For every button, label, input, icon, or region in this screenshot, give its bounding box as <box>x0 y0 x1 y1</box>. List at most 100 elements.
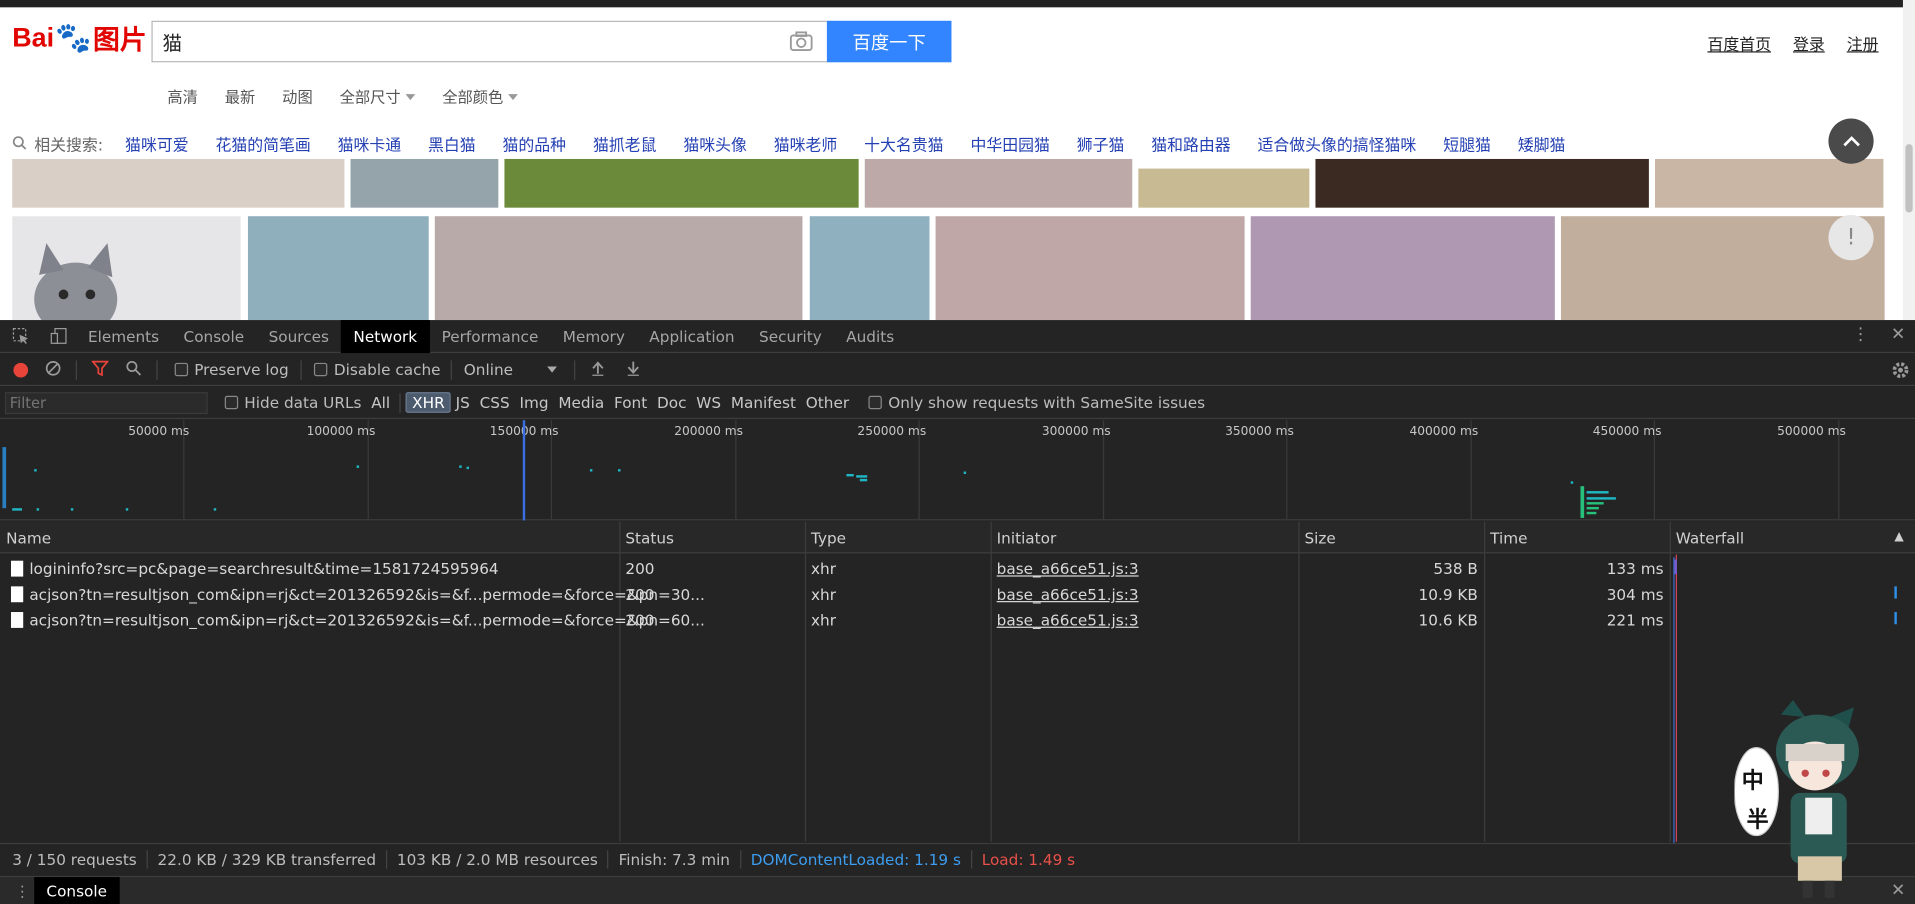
related-link[interactable]: 猫咪老师 <box>774 131 838 154</box>
import-har-icon[interactable] <box>590 360 606 380</box>
column-name[interactable]: Name <box>6 529 51 547</box>
filter-input[interactable] <box>4 391 208 414</box>
search-input[interactable] <box>152 21 764 62</box>
filter-type-media[interactable]: Media <box>553 393 609 411</box>
disable-cache-checkbox[interactable]: Disable cache <box>314 360 441 379</box>
tab-network[interactable]: Network <box>341 319 430 353</box>
filter-type-ws[interactable]: WS <box>691 393 726 411</box>
filter-icon[interactable] <box>91 360 110 380</box>
image-result[interactable] <box>247 216 429 321</box>
image-result[interactable] <box>1138 168 1310 208</box>
filter-color-dropdown[interactable]: 全部颜色 <box>442 84 518 107</box>
related-link[interactable]: 十大名贵猫 <box>864 131 943 154</box>
feedback-button[interactable]: ! <box>1828 215 1874 261</box>
related-link[interactable]: 猫和路由器 <box>1151 131 1230 154</box>
image-result[interactable] <box>1654 158 1884 208</box>
clear-icon[interactable] <box>45 360 61 380</box>
column-status[interactable]: Status <box>625 529 674 547</box>
request-initiator-link[interactable]: base_a66ce51.js:3 <box>997 559 1139 577</box>
filter-animated[interactable]: 动图 <box>282 84 313 107</box>
tab-sources[interactable]: Sources <box>256 319 341 352</box>
samesite-checkbox[interactable]: Only show requests with SameSite issues <box>868 393 1205 412</box>
close-icon[interactable]: ✕ <box>1891 325 1905 345</box>
filter-type-font[interactable]: Font <box>609 393 652 411</box>
tab-memory[interactable]: Memory <box>551 319 638 352</box>
drawer-tab-console[interactable]: Console <box>34 876 120 904</box>
tab-security[interactable]: Security <box>747 319 834 352</box>
column-initiator[interactable]: Initiator <box>997 529 1057 547</box>
tab-performance[interactable]: Performance <box>429 319 550 352</box>
filter-latest[interactable]: 最新 <box>225 84 256 107</box>
filter-type-all[interactable]: All <box>366 393 395 411</box>
export-har-icon[interactable] <box>625 360 641 380</box>
link-login[interactable]: 登录 <box>1793 32 1825 55</box>
image-result[interactable] <box>504 158 859 208</box>
related-link[interactable]: 猫咪卡通 <box>338 131 402 154</box>
image-result[interactable] <box>350 158 499 208</box>
tab-console[interactable]: Console <box>171 319 256 352</box>
network-overview-timeline[interactable]: 50000 ms 100000 ms 150000 ms 200000 ms 2… <box>0 420 1915 521</box>
sort-ascending-icon[interactable]: ▲ <box>1894 530 1903 543</box>
related-link[interactable]: 猫咪可爱 <box>125 131 189 154</box>
tab-application[interactable]: Application <box>637 319 747 352</box>
column-type[interactable]: Type <box>811 529 846 547</box>
related-link[interactable]: 花猫的简笔画 <box>215 131 310 154</box>
request-initiator-link[interactable]: base_a66ce51.js:3 <box>997 611 1139 629</box>
filter-type-css[interactable]: CSS <box>475 393 515 411</box>
filter-type-img[interactable]: Img <box>515 393 554 411</box>
hide-data-urls-checkbox[interactable]: Hide data URLs <box>224 393 361 412</box>
throttling-select[interactable]: Online <box>464 360 557 379</box>
column-time[interactable]: Time <box>1490 529 1527 547</box>
filter-type-other[interactable]: Other <box>801 393 854 411</box>
filter-type-xhr[interactable]: XHR <box>406 392 451 413</box>
close-drawer-icon[interactable]: ✕ <box>1891 881 1905 901</box>
image-result[interactable] <box>12 216 241 321</box>
image-result[interactable] <box>1315 158 1649 208</box>
image-result[interactable] <box>864 158 1133 208</box>
image-result[interactable] <box>434 216 803 321</box>
filter-size-dropdown[interactable]: 全部尺寸 <box>340 84 416 107</box>
filter-type-manifest[interactable]: Manifest <box>726 393 801 411</box>
tab-audits[interactable]: Audits <box>834 319 906 352</box>
request-initiator-link[interactable]: base_a66ce51.js:3 <box>997 585 1139 603</box>
column-waterfall[interactable]: Waterfall <box>1676 529 1744 547</box>
image-result[interactable] <box>1250 216 1555 321</box>
image-result[interactable] <box>935 216 1245 321</box>
more-menu-icon[interactable]: ⋮ <box>1852 325 1869 345</box>
table-row[interactable]: acjson?tn=resultjson_com&ipn=rj&ct=20132… <box>0 607 1671 633</box>
inspect-element-icon[interactable] <box>0 319 42 352</box>
record-icon[interactable] <box>13 362 29 377</box>
related-link[interactable]: 矮脚猫 <box>1518 131 1566 154</box>
filter-type-js[interactable]: JS <box>451 393 475 411</box>
camera-icon[interactable] <box>789 31 813 53</box>
mascot-widget[interactable]: 中 半 <box>1733 699 1868 902</box>
filter-type-doc[interactable]: Doc <box>652 393 691 411</box>
link-register[interactable]: 注册 <box>1847 32 1879 55</box>
baidu-image-logo[interactable]: Bai 🐾 图片 <box>12 17 147 59</box>
search-icon[interactable] <box>126 360 142 380</box>
preserve-log-checkbox[interactable]: Preserve log <box>174 360 289 379</box>
settings-gear-icon[interactable] <box>1891 360 1911 383</box>
column-size[interactable]: Size <box>1304 529 1335 547</box>
image-result[interactable] <box>809 216 930 321</box>
tab-elements[interactable]: Elements <box>76 319 172 352</box>
related-link[interactable]: 适合做头像的搞怪猫咪 <box>1258 131 1417 154</box>
related-link[interactable]: 狮子猫 <box>1077 131 1125 154</box>
table-row[interactable]: acjson?tn=resultjson_com&ipn=rj&ct=20132… <box>0 581 1671 607</box>
link-baidu-home[interactable]: 百度首页 <box>1707 32 1771 55</box>
device-toggle-icon[interactable] <box>42 319 76 352</box>
drawer-menu-icon[interactable]: ⋮ <box>15 882 30 900</box>
filter-hd[interactable]: 高清 <box>167 84 198 107</box>
page-scrollbar[interactable] <box>1902 0 1915 321</box>
related-link[interactable]: 猫的品种 <box>503 131 567 154</box>
related-link[interactable]: 猫抓老鼠 <box>593 131 657 154</box>
related-link[interactable]: 黑白猫 <box>428 131 476 154</box>
back-to-top-button[interactable] <box>1828 118 1874 164</box>
image-result[interactable] <box>12 158 345 208</box>
search-button[interactable]: 百度一下 <box>826 20 952 63</box>
table-row[interactable]: logininfo?src=pc&page=searchresult&time=… <box>0 556 1671 582</box>
related-link[interactable]: 短腿猫 <box>1443 131 1491 154</box>
scrollbar-thumb[interactable] <box>1905 144 1913 213</box>
related-link[interactable]: 中华田园猫 <box>970 131 1049 154</box>
related-link[interactable]: 猫咪头像 <box>683 131 747 154</box>
